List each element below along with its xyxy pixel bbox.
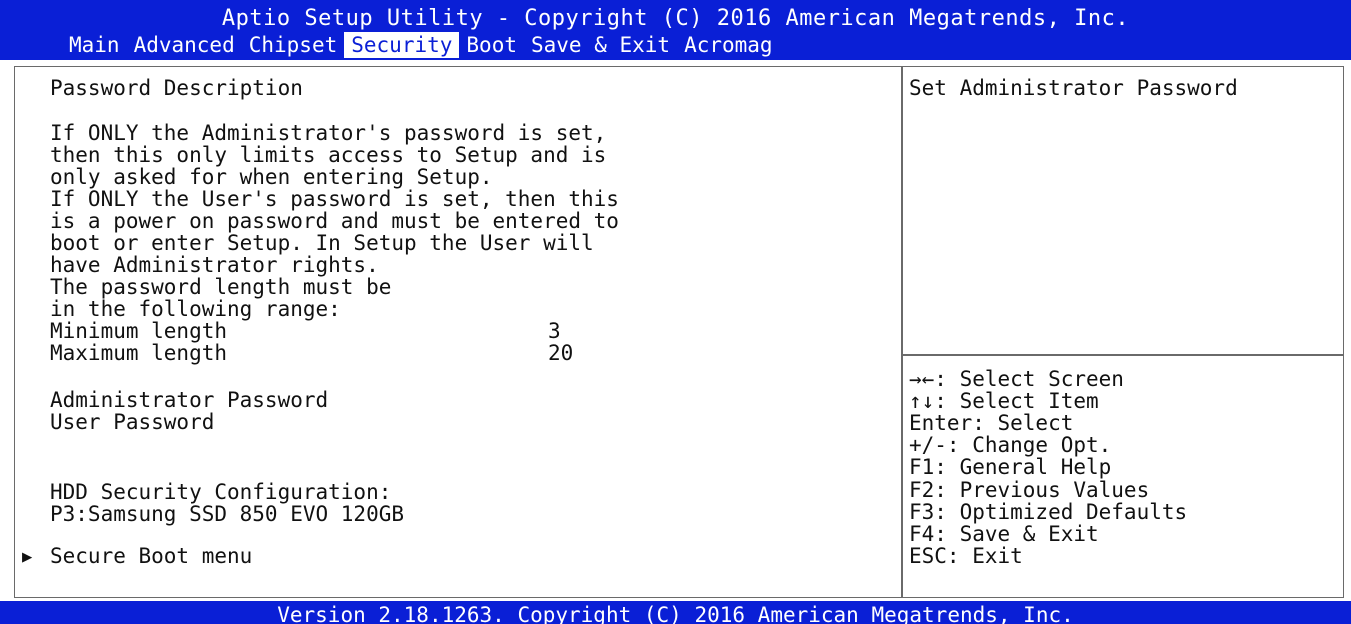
description-line: only asked for when entering Setup.: [50, 165, 493, 189]
key-hint: Enter: Select: [909, 411, 1074, 435]
description-line: If ONLY the Administrator's password is …: [50, 121, 607, 145]
description-line: have Administrator rights.: [50, 253, 379, 277]
description-line: If ONLY the User's password is set, then…: [50, 187, 619, 211]
key-hint: F3: Optimized Defaults: [909, 500, 1188, 524]
tab-acromag[interactable]: Acromag: [677, 32, 780, 58]
max-length-label: Maximum length: [50, 341, 228, 365]
tab-main[interactable]: Main: [62, 32, 127, 58]
description-line: in the following range:: [50, 297, 341, 321]
tab-advanced[interactable]: Advanced: [127, 32, 242, 58]
key-hint: +/-: Change Opt.: [909, 433, 1112, 457]
description-line: boot or enter Setup. In Setup the User w…: [50, 231, 594, 255]
description-line: The password length must be: [50, 275, 392, 299]
section-title: Password Description: [50, 76, 303, 100]
menu-tabs: Main Advanced Chipset Security Boot Save…: [62, 32, 780, 58]
tab-save-exit[interactable]: Save & Exit: [524, 32, 677, 58]
key-hint: F1: General Help: [909, 455, 1112, 479]
tab-chipset[interactable]: Chipset: [242, 32, 345, 58]
right-triangle-icon: ▶: [22, 547, 33, 567]
description-line: is a power on password and must be enter…: [50, 209, 619, 233]
key-hint: ↑↓: Select Item: [909, 389, 1099, 413]
hdd-security-label: HDD Security Configuration:: [50, 480, 392, 504]
key-hint: ESC: Exit: [909, 544, 1023, 568]
key-hint: F2: Previous Values: [909, 478, 1150, 502]
help-text: Set Administrator Password: [909, 76, 1238, 100]
administrator-password-item[interactable]: Administrator Password: [50, 389, 328, 411]
max-length-value: 20: [548, 341, 574, 365]
description-line: then this only limits access to Setup an…: [50, 143, 607, 167]
hdd-device-item[interactable]: P3:Samsung SSD 850 EVO 120GB: [50, 503, 404, 525]
tab-security[interactable]: Security: [344, 32, 460, 58]
version-footer: Version 2.18.1263. Copyright (C) 2016 Am…: [0, 601, 1351, 624]
secure-boot-menu-item[interactable]: Secure Boot menu: [50, 545, 252, 567]
help-divider: [903, 354, 1343, 356]
min-length-label: Minimum length: [50, 319, 228, 343]
tab-boot[interactable]: Boot: [459, 32, 524, 58]
panel-divider: [901, 66, 903, 598]
key-hint: F4: Save & Exit: [909, 522, 1099, 546]
key-hint: →←: Select Screen: [909, 367, 1124, 391]
user-password-item[interactable]: User Password: [50, 411, 214, 433]
min-length-value: 3: [548, 319, 561, 343]
utility-title: Aptio Setup Utility - Copyright (C) 2016…: [221, 6, 1130, 31]
title-bar: Aptio Setup Utility - Copyright (C) 2016…: [0, 0, 1351, 60]
